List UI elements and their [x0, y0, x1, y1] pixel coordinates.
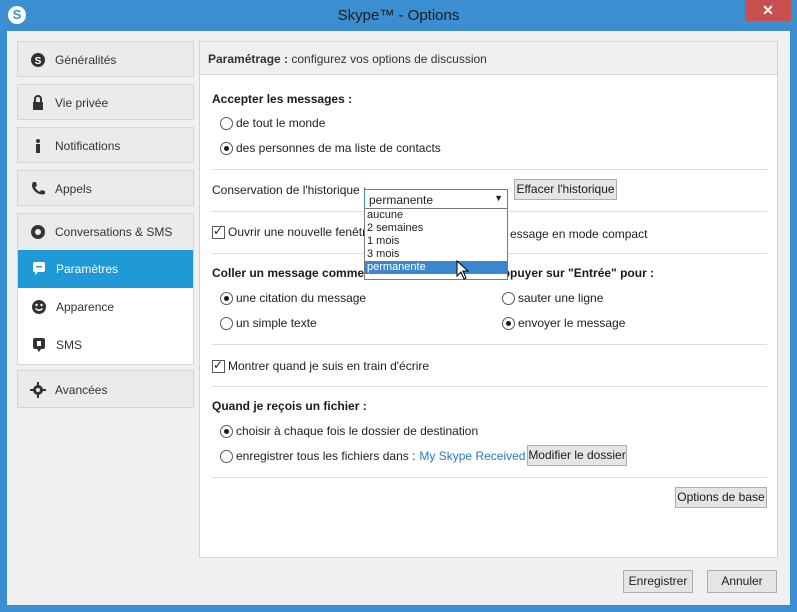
radio-label: des personnes de ma liste de contacts [236, 141, 441, 155]
sidebar-group-conversations: Conversations & SMS Paramètres Apparence… [17, 213, 194, 365]
chevron-down-icon: ▼ [494, 193, 503, 203]
panel-header-bold: Paramétrage : [208, 52, 289, 66]
window-title: Skype™ - Options [337, 7, 460, 24]
enter-send-radio[interactable]: envoyer le message [502, 316, 625, 330]
dropdown-option-permanente[interactable]: permanente [365, 261, 507, 274]
sidebar-item-appels[interactable]: Appels [17, 170, 194, 206]
lock-icon [33, 95, 43, 110]
sidebar-subitem-parametres[interactable]: Paramètres [18, 250, 193, 288]
checkbox-indicator [212, 358, 225, 373]
sidebar-item-notifications[interactable]: Notifications [17, 127, 194, 163]
smiley-icon [32, 300, 46, 314]
info-icon [36, 139, 40, 153]
panel-header-text: configurez vos options de discussion [288, 52, 487, 66]
radio-label: une citation du message [236, 291, 367, 305]
radio-indicator [502, 291, 515, 305]
paste-title: Coller un message comme : [212, 266, 372, 280]
history-select-value: permanente [369, 193, 434, 207]
history-dropdown-list: aucune 2 semaines 1 mois 3 mois permanen… [364, 208, 508, 280]
close-button[interactable]: ✕ [745, 0, 791, 21]
change-folder-button[interactable]: Modifier le dossier [527, 445, 627, 466]
radio-indicator [502, 316, 515, 330]
history-select[interactable]: permanente ▼ [364, 189, 508, 209]
title-bar[interactable]: S Skype™ - Options ✕ [0, 0, 797, 31]
file-ask-radio[interactable]: choisir à chaque fois le dossier de dest… [220, 424, 478, 438]
sidebar-item-conversations[interactable]: Conversations & SMS [18, 214, 193, 250]
accept-messages-title: Accepter les messages : [212, 92, 353, 106]
radio-indicator [220, 141, 233, 155]
settings-panel: Paramétrage : configurez vos options de … [199, 41, 778, 558]
open-window-checkbox[interactable]: Ouvrir une nouvelle fenêtre [212, 224, 373, 239]
sidebar-item-label: Vie privée [55, 96, 109, 110]
sidebar-item-label: Conversations & SMS [55, 225, 173, 239]
checkbox-label: Montrer quand je suis en train d'écrire [228, 359, 430, 373]
checkbox-indicator [212, 224, 225, 239]
divider [212, 386, 767, 387]
skype-icon: S [31, 53, 45, 67]
divider [212, 169, 767, 170]
clear-history-button[interactable]: Effacer l'historique [514, 179, 617, 200]
radio-label: choisir à chaque fois le dossier de dest… [236, 424, 479, 438]
paste-quote-radio[interactable]: une citation du message [220, 291, 366, 305]
dropdown-option-aucune[interactable]: aucune [365, 209, 507, 222]
divider [212, 477, 767, 478]
accept-everyone-radio[interactable]: de tout le monde [220, 116, 325, 130]
save-button[interactable]: Enregistrer [623, 570, 693, 593]
enter-newline-radio[interactable]: sauter une ligne [502, 291, 603, 305]
radio-label: sauter une ligne [518, 291, 604, 305]
radio-indicator [220, 316, 233, 330]
history-label: Conservation de l'historique : [212, 183, 367, 197]
mouse-cursor-icon [456, 260, 470, 280]
chat-gear-icon [31, 225, 45, 239]
sidebar-subitem-label: Apparence [56, 300, 115, 314]
radio-label: envoyer le message [518, 316, 626, 330]
file-save-all-radio[interactable]: enregistrer tous les fichiers dans : My … [220, 449, 554, 463]
radio-label: de tout le monde [236, 116, 326, 130]
radio-indicator [220, 116, 233, 130]
panel-header: Paramétrage : configurez vos options de … [200, 42, 777, 75]
paste-plain-radio[interactable]: un simple texte [220, 316, 317, 330]
sidebar-item-vie-privee[interactable]: Vie privée [17, 84, 194, 120]
typing-indicator-checkbox[interactable]: Montrer quand je suis en train d'écrire [212, 358, 430, 373]
radio-indicator [220, 424, 233, 438]
dropdown-option-1-mois[interactable]: 1 mois [365, 235, 507, 248]
sidebar-item-label: Avancées [55, 383, 108, 397]
sidebar-item-label: Notifications [55, 139, 121, 153]
sidebar-item-label: Appels [55, 182, 92, 196]
sidebar-subitem-apparence[interactable]: Apparence [18, 288, 193, 326]
phone-icon [32, 182, 45, 195]
gear-icon [30, 382, 46, 398]
divider [212, 344, 767, 345]
chat-bubble-icon [33, 262, 45, 275]
sidebar-item-label: Généralités [55, 53, 117, 67]
open-window-label-right: essage en mode compact [510, 227, 648, 241]
checkbox-label: Ouvrir une nouvelle fenêtre [228, 225, 373, 239]
dropdown-option-3-mois[interactable]: 3 mois [365, 248, 507, 261]
sms-icon [33, 338, 45, 352]
radio-label: un simple texte [236, 316, 317, 330]
radio-label: enregistrer tous les fichiers dans : [236, 449, 416, 463]
radio-indicator [220, 449, 233, 463]
sidebar-item-avancees[interactable]: Avancées [17, 370, 194, 408]
basic-options-button[interactable]: Options de base [675, 487, 767, 508]
sidebar-item-generalites[interactable]: S Généralités [17, 41, 194, 77]
sidebar-subitem-sms[interactable]: SMS [18, 326, 193, 364]
dropdown-option-2-semaines[interactable]: 2 semaines [365, 222, 507, 235]
accept-contacts-radio[interactable]: des personnes de ma liste de contacts [220, 141, 441, 155]
sidebar-subitem-label: Paramètres [56, 262, 119, 276]
svg-text:S: S [35, 56, 42, 67]
sidebar-subitem-label: SMS [56, 338, 83, 352]
enter-title: Appuyer sur "Entrée" pour : [494, 266, 655, 280]
cancel-button[interactable]: Annuler [707, 570, 777, 593]
radio-indicator [220, 291, 233, 305]
file-title: Quand je reçois un fichier : [212, 399, 367, 413]
options-window: S Skype™ - Options ✕ S Généralités Vie p… [0, 0, 797, 612]
dialog-body: S Généralités Vie privée Notifications A… [7, 31, 790, 605]
